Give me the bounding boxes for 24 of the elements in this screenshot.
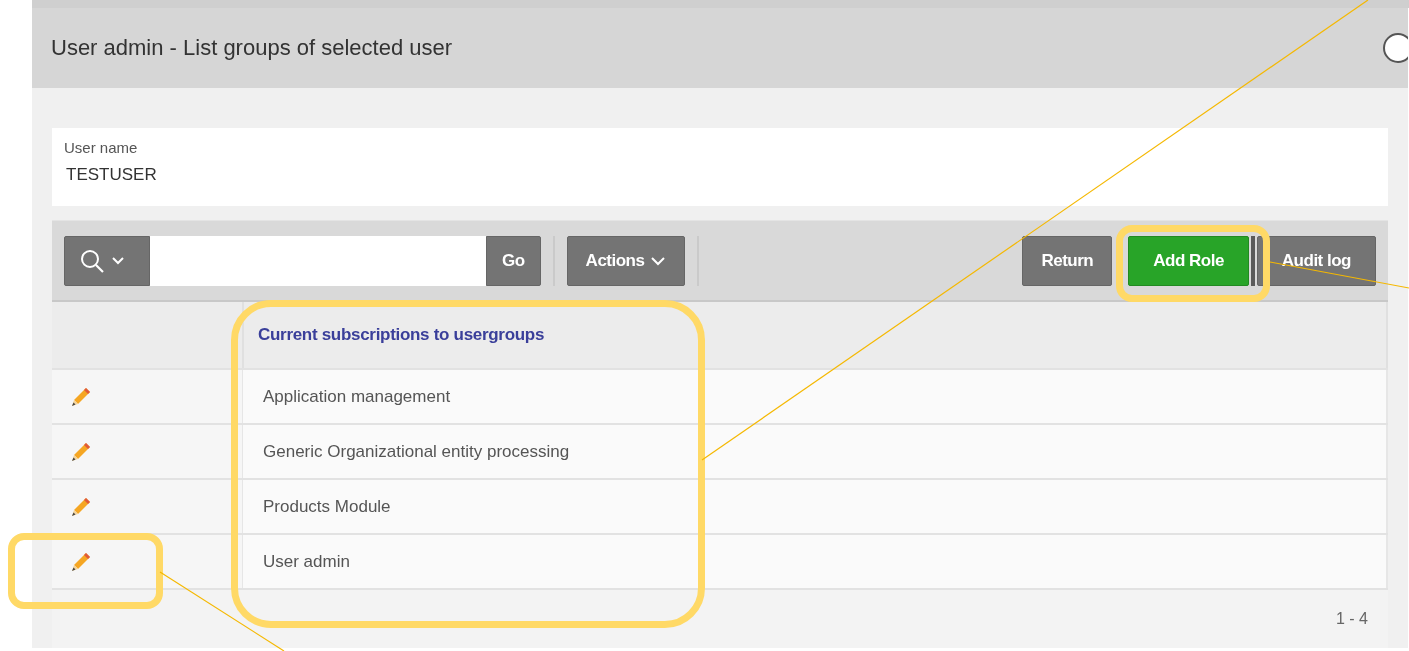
- chevron-down-icon: [650, 255, 667, 266]
- toolbar-button[interactable]: Audit log: [1256, 235, 1376, 286]
- toolbar-button[interactable]: Return: [1022, 235, 1113, 286]
- field-value: TESTUSER: [65, 165, 157, 185]
- actions-menu-button[interactable]: Actions: [566, 235, 686, 286]
- pencil-icon[interactable]: [70, 550, 92, 573]
- add-button[interactable]: Add Role: [1128, 235, 1249, 286]
- search-field[interactable]: [150, 235, 486, 286]
- table-cell: Application management: [263, 386, 451, 407]
- search-icon: [79, 247, 105, 274]
- pencil-icon[interactable]: [70, 495, 92, 518]
- field-label: User name: [64, 139, 138, 156]
- pencil-icon[interactable]: [70, 440, 92, 463]
- table-cell: Products Module: [263, 496, 391, 517]
- column-header[interactable]: Current subscriptions to usergroups: [258, 325, 545, 345]
- pencil-icon[interactable]: [70, 385, 92, 408]
- close-button[interactable]: [1383, 33, 1408, 63]
- table-cell: Generic Organizational entity processing: [263, 441, 570, 462]
- search-menu-button[interactable]: [64, 235, 150, 286]
- go-button[interactable]: Go: [486, 235, 541, 286]
- pagination-text: 1 - 4: [1336, 610, 1368, 628]
- chevron-down-icon: [111, 255, 125, 266]
- dialog-title: User admin - List groups of selected user: [51, 35, 453, 61]
- table-cell: User admin: [263, 551, 350, 572]
